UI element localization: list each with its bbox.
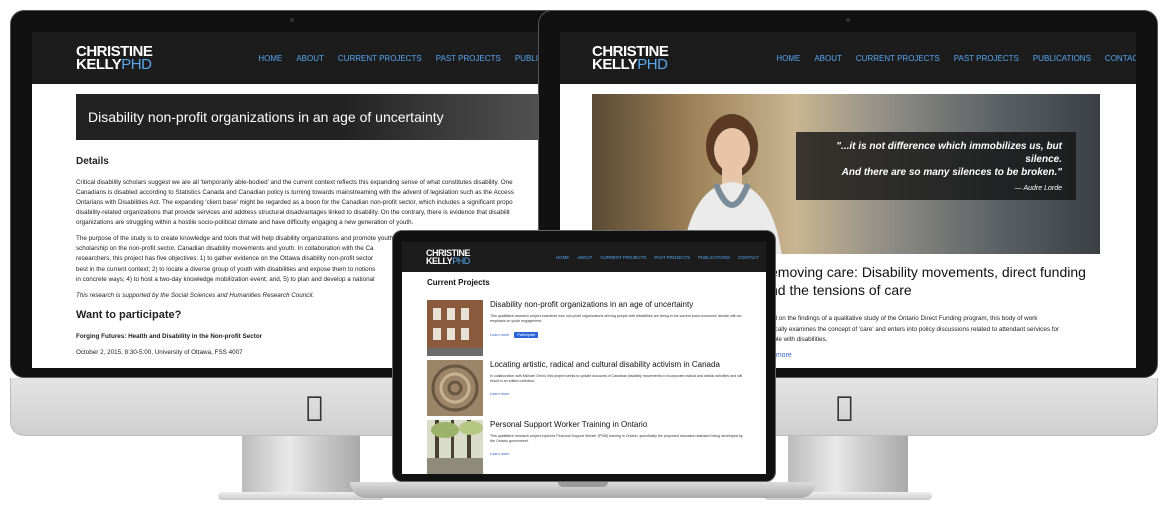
section-heading: Current Projects (427, 278, 490, 287)
quote-box: "...it is not difference which immobiliz… (796, 132, 1076, 200)
nav-contact[interactable]: CONTACT (738, 255, 759, 260)
site-logo[interactable]: CHRISTINE KELLYPHD (76, 44, 153, 73)
nav-past-projects[interactable]: PAST PROJECTS (954, 54, 1019, 63)
main-nav: HOME ABOUT CURRENT PROJECTS PAST PROJECT… (776, 54, 1136, 63)
title-line: emoving care: Disability movements, dire… (770, 264, 1086, 280)
site-header: CHRISTINE KELLYPHD HOME ABOUT CURRENT PR… (560, 32, 1136, 84)
quote-line-1: "...it is not difference which immobiliz… (836, 141, 1062, 165)
nav-publications[interactable]: PUBLICATIONS (698, 255, 730, 260)
laptop: CHRISTINE KELLYPHD HOME ABOUT CURRENT PR… (350, 230, 816, 510)
project-description: This qualitative research project examin… (490, 314, 742, 324)
laptop-base (350, 482, 816, 498)
title-line: nd the tensions of care (770, 281, 912, 298)
project-description: In collaboration with Michael Orsini, th… (490, 374, 743, 384)
nav-home[interactable]: HOME (556, 255, 569, 260)
site-header: CHRISTINE KELLYPHD HOME ABOUT CURRENT PR… (402, 242, 766, 272)
nav-past-projects[interactable]: PAST PROJECTS (436, 54, 501, 63)
learn-more-link[interactable]: Learn more (490, 392, 509, 396)
camera (290, 18, 294, 22)
p2-line: best in the current context; 2) to locat… (76, 265, 376, 273)
page-title: Disability non-profit organizations in a… (76, 94, 552, 140)
learn-more-link[interactable]: Learn more (490, 452, 509, 456)
nav-current-projects[interactable]: CURRENT PROJECTS (600, 255, 646, 260)
nav-current-projects[interactable]: CURRENT PROJECTS (856, 54, 940, 63)
summary-line: ople with disabilities. (770, 336, 828, 344)
project-card: Disability non-profit organizations in a… (427, 300, 747, 356)
project-title[interactable]: Locating artistic, radical and cultural … (490, 360, 720, 369)
nav-past-projects[interactable]: PAST PROJECTS (654, 255, 690, 260)
carving-thumbnail[interactable] (427, 360, 483, 416)
logo-suffix: PHD (121, 56, 152, 73)
main-nav: HOME ABOUT CURRENT PROJECTS PAST PROJECT… (556, 255, 759, 260)
project-description: This qualitative research project explor… (490, 434, 743, 444)
camera (846, 18, 850, 22)
nav-home[interactable]: HOME (776, 54, 800, 63)
project-links: Learn more Participate (490, 332, 539, 338)
imac-stand (242, 436, 360, 494)
logo-line2: KELLY (76, 56, 122, 73)
laptop-screen: CHRISTINE KELLYPHD HOME ABOUT CURRENT PR… (402, 242, 766, 474)
nav-home[interactable]: HOME (258, 54, 282, 63)
summary-line: ed on the findings of a qualitative stud… (770, 315, 1038, 322)
nav-contact[interactable]: CONTACT (1105, 54, 1136, 63)
project-title[interactable]: Personal Support Worker Training in Onta… (490, 420, 647, 429)
apple-logo-icon:  (306, 390, 323, 423)
nav-about[interactable]: ABOUT (577, 255, 592, 260)
quote-author: — Audre Lorde (1014, 185, 1062, 192)
project-links: Learn more (490, 452, 509, 456)
site-header: CHRISTINE KELLYPHD HOME ABOUT CURRENT PR… (32, 32, 552, 84)
apple-logo-icon:  (836, 390, 853, 423)
project-links: Learn more (490, 392, 509, 396)
logo-suffix: PHD (637, 56, 668, 73)
project-card: Locating artistic, radical and cultural … (427, 360, 747, 416)
p1-line: Critical disability scholars suggest we … (76, 179, 513, 186)
article-summary: ed on the findings of a qualitative stud… (770, 314, 1100, 346)
site-logo[interactable]: CHRISTINE KELLYPHD (426, 248, 471, 266)
nav-about[interactable]: ABOUT (814, 54, 842, 63)
details-heading: Details (76, 156, 109, 167)
nav-publications[interactable]: PUBLICATIONS (1033, 54, 1091, 63)
p2-line: scholarship on the non-profit sector, Ca… (76, 245, 374, 253)
quote-line-2: And there are so many silences to be bro… (841, 167, 1062, 178)
laptop-notch (558, 482, 608, 487)
project-card: Personal Support Worker Training in Onta… (427, 420, 747, 474)
main-nav: HOME ABOUT CURRENT PROJECTS PAST PROJECT… (258, 54, 552, 63)
nav-current-projects[interactable]: CURRENT PROJECTS (338, 54, 422, 63)
participate-button[interactable]: Participate (514, 332, 539, 338)
summary-line: itically examines the concept of 'care' … (770, 325, 1060, 333)
p1-line: Ontarians with Disabilities Act. The exp… (76, 199, 513, 207)
logo-suffix: PHD (452, 256, 470, 266)
article-title: emoving care: Disability movements, dire… (770, 264, 1100, 299)
p1-line: organizations are struggling within a ho… (76, 219, 414, 227)
paragraph-1: Critical disability scholars suggest we … (76, 178, 552, 228)
nav-about[interactable]: ABOUT (296, 54, 324, 63)
project-title[interactable]: Disability non-profit organizations in a… (490, 300, 693, 309)
p2-line: researchers, this project has five objec… (76, 255, 374, 263)
logo-line2: KELLY (426, 256, 453, 266)
building-thumbnail[interactable] (427, 300, 483, 356)
forest-thumbnail[interactable] (427, 420, 483, 474)
p1-line: disability-related organizations that pr… (76, 209, 510, 217)
site-logo[interactable]: CHRISTINE KELLYPHD (592, 44, 669, 73)
p2-line: in concrete ways; 4) to host a two-day k… (76, 275, 375, 283)
logo-line2: KELLY (592, 56, 638, 73)
learn-more-link[interactable]: Learn more (490, 333, 509, 337)
device-mockup-scene:  CHRISTINE KELLYPHD HOME ABOUT CURRENT … (0, 0, 1170, 524)
p1-line: Canadians is disabled according to Stati… (76, 189, 514, 197)
